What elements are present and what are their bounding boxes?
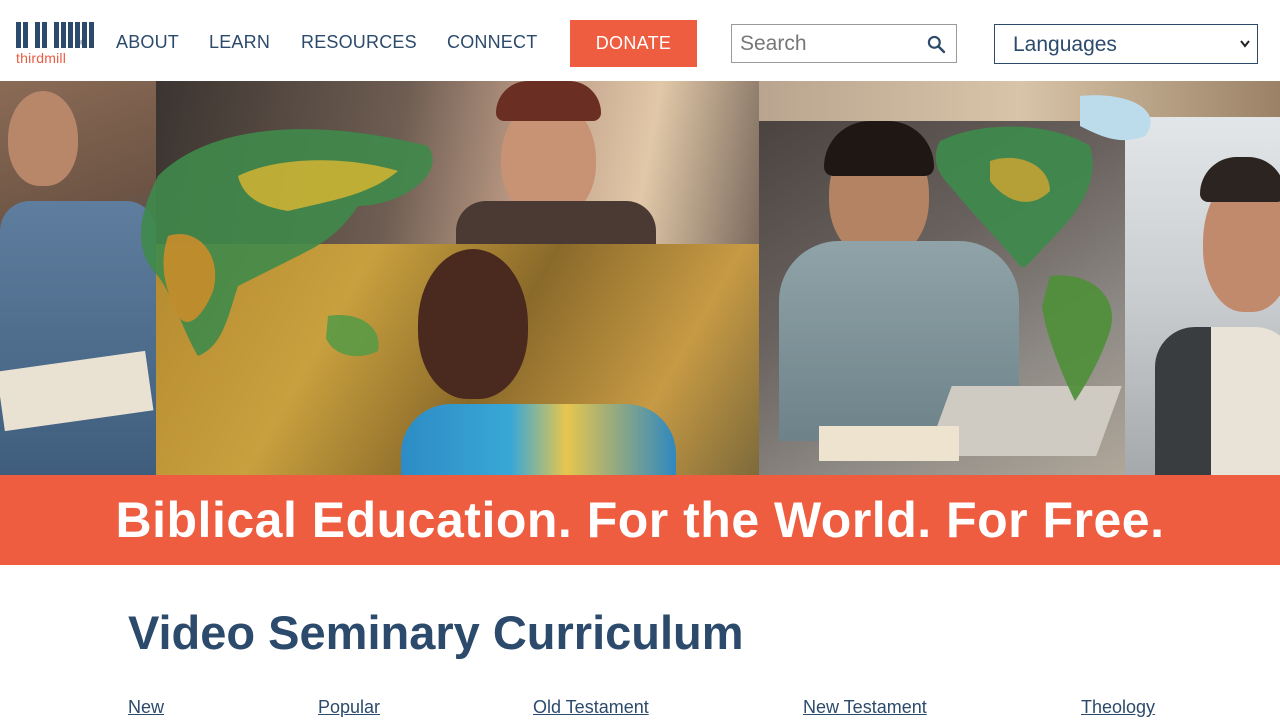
tab-new-testament[interactable]: New Testament: [803, 697, 927, 718]
world-map-americas-icon: [935, 95, 1151, 401]
languages-select-value: Languages: [1013, 33, 1117, 56]
curriculum-title: Video Seminary Curriculum: [128, 606, 744, 659]
chevron-down-icon: [1240, 40, 1250, 48]
tab-theology[interactable]: Theology: [1081, 697, 1155, 718]
nav-item-learn[interactable]: LEARN: [209, 32, 270, 53]
registered-mark-icon: ®: [80, 40, 86, 47]
logo-text: thirdmill: [16, 50, 67, 66]
site-header: ® thirdmill ABOUT LEARN RESOURCES CONNEC…: [0, 0, 1280, 81]
curriculum-tabs: New Popular Old Testament New Testament …: [0, 697, 1280, 720]
thirdmill-logo[interactable]: ® thirdmill: [16, 22, 94, 68]
tab-popular[interactable]: Popular: [318, 697, 380, 718]
tab-new[interactable]: New: [128, 697, 164, 718]
hero-collage: [0, 81, 1280, 475]
nav-item-connect[interactable]: CONNECT: [447, 32, 537, 53]
world-map-eastern-icon: [141, 129, 433, 357]
hero-tagline: Biblical Education. For the World. For F…: [115, 492, 1165, 548]
languages-select[interactable]: Languages: [994, 24, 1258, 64]
donate-button[interactable]: DONATE: [570, 20, 697, 67]
nav-item-about[interactable]: ABOUT: [116, 32, 179, 53]
hero-banner: Biblical Education. For the World. For F…: [0, 475, 1280, 565]
nav-item-resources[interactable]: RESOURCES: [301, 32, 417, 53]
tab-old-testament[interactable]: Old Testament: [533, 697, 649, 718]
search-icon[interactable]: [926, 34, 946, 54]
search-input[interactable]: [740, 31, 920, 57]
search-box: [731, 24, 957, 63]
